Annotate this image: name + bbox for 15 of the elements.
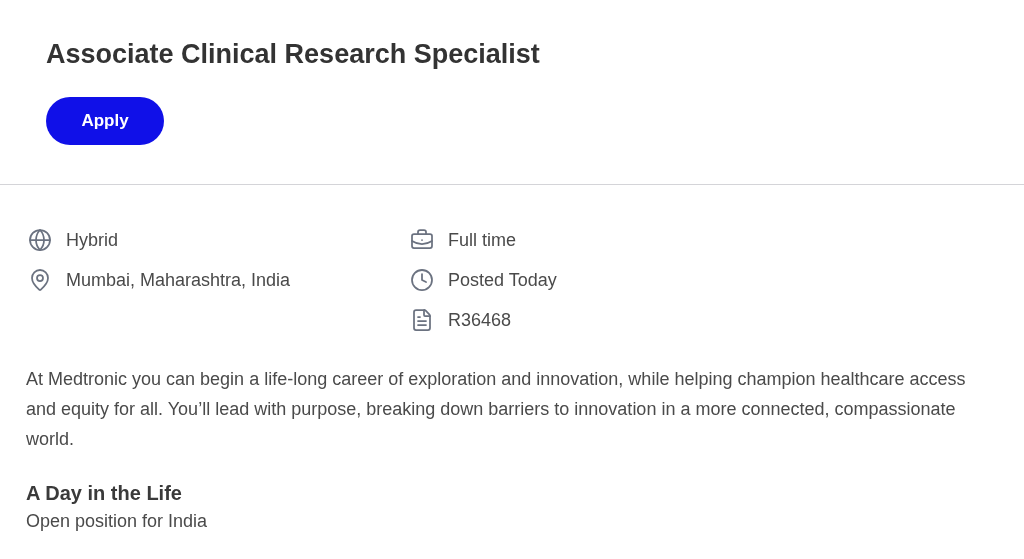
briefcase-icon bbox=[410, 228, 434, 252]
detail-text: Mumbai, Maharashtra, India bbox=[66, 268, 291, 292]
job-title: Associate Clinical Research Specialist bbox=[46, 38, 541, 71]
section-text: Open position for India bbox=[26, 510, 209, 533]
document-icon bbox=[410, 308, 434, 332]
clock-icon bbox=[410, 268, 434, 292]
intro-paragraph: At Medtronic you can begin a life-long career of exploration and innovation, while helping champion healthcare access and equity for all. You’ll lead with purpose, breaking down barriers to innovation in a more connected, compassionate world. bbox=[26, 368, 967, 451]
location-pin-icon bbox=[28, 268, 52, 292]
detail-text: Full time bbox=[448, 228, 516, 252]
section-heading: A Day in the Life bbox=[26, 481, 183, 506]
globe-icon bbox=[28, 228, 52, 252]
detail-text: Posted Today bbox=[448, 268, 557, 292]
detail-text: R36468 bbox=[448, 308, 512, 332]
apply-button[interactable]: Apply bbox=[46, 97, 164, 145]
detail-text: Hybrid bbox=[66, 228, 118, 252]
